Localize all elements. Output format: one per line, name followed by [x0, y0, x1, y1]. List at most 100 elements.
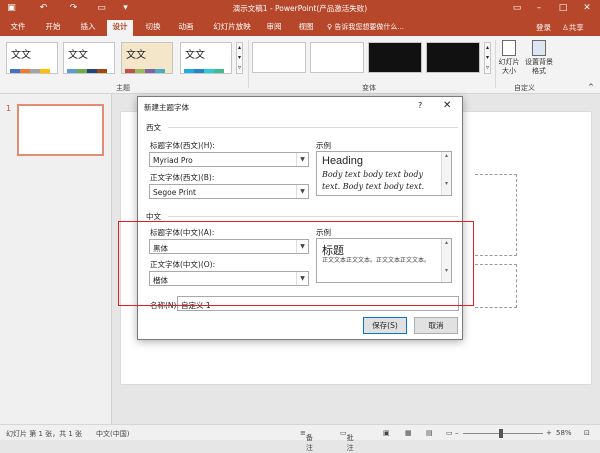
redo-icon[interactable]: ↷: [68, 3, 79, 14]
variant-3[interactable]: [368, 42, 422, 73]
title-placeholder[interactable]: [475, 174, 517, 256]
tell-me-search[interactable]: ♀ 告诉我您想要做什么...: [327, 22, 404, 32]
close-button[interactable]: ✕: [443, 100, 451, 111]
slide-sorter-icon[interactable]: ▦: [405, 429, 412, 437]
format-background-button[interactable]: 设置背景格式: [524, 40, 554, 76]
zoom-slider-thumb[interactable]: [499, 429, 503, 438]
dialog-title: 新建主题字体: [144, 103, 189, 112]
zoom-out-icon[interactable]: –: [455, 429, 459, 437]
theme-3[interactable]: 文文: [121, 42, 173, 74]
collapse-ribbon-icon[interactable]: ^: [588, 83, 594, 91]
theme-color-bars: [184, 66, 228, 73]
heading-font-western-select[interactable]: Myriad Pro ▼: [149, 152, 309, 167]
comments-button[interactable]: ▭ 批注: [340, 429, 354, 452]
slide-size-label: 幻灯片大小: [498, 58, 520, 75]
save-icon[interactable]: ▣: [6, 3, 17, 14]
tab-animations[interactable]: 动画: [174, 20, 198, 36]
themes-group-label: 主题: [116, 84, 130, 92]
theme-color-bars: [10, 66, 54, 73]
help-button[interactable]: ?: [418, 101, 422, 110]
format-background-label: 设置背景格式: [525, 58, 553, 75]
cancel-button[interactable]: 取消: [414, 317, 458, 334]
undo-icon[interactable]: ↶: [38, 3, 49, 14]
chevron-down-icon[interactable]: ▼: [296, 153, 308, 166]
customize-group-label: 自定义: [514, 84, 535, 92]
western-sample-preview: Heading Body text body text body text. B…: [316, 151, 452, 196]
theme-sample-text: 文文: [11, 50, 31, 61]
slide-info: 幻灯片 第 1 张，共 1 张: [6, 430, 83, 438]
theme-4[interactable]: 文文: [180, 42, 232, 74]
title-bar: ▣ ↶ ↷ ▭ ▾ 演示文稿1 - PowerPoint(产品激活失败) ▭ –…: [0, 0, 600, 17]
status-bar: 幻灯片 第 1 张，共 1 张 中文(中国) ≡ 备注 ▭ 批注 ▣ ▦ ▤ ▭…: [0, 424, 600, 452]
western-sample-heading: Heading: [322, 155, 363, 167]
western-section-title: 西文: [146, 123, 161, 132]
customize-icon[interactable]: ▾: [120, 3, 131, 14]
notes-button[interactable]: ≡ 备注: [300, 429, 313, 452]
share-button[interactable]: ♙共享: [562, 22, 584, 33]
theme-2[interactable]: 文文: [63, 42, 115, 74]
tab-slideshow[interactable]: 幻灯片放映: [208, 20, 256, 36]
tab-insert[interactable]: 插入: [76, 20, 100, 36]
section-divider: [168, 216, 458, 217]
normal-view-icon[interactable]: ▣: [383, 429, 390, 437]
body-font-western-label: 正文字体(西文)(B):: [150, 173, 215, 182]
section-divider: [168, 127, 458, 128]
variants-group-label: 变体: [362, 84, 376, 92]
slide-size-button[interactable]: 幻灯片大小: [497, 40, 521, 76]
zoom-level[interactable]: 58%: [556, 429, 572, 437]
body-font-western-select[interactable]: Segoe Print ▼: [149, 184, 309, 199]
tab-home[interactable]: 开始: [41, 20, 65, 36]
variant-2[interactable]: [310, 42, 364, 73]
tab-view[interactable]: 视图: [294, 20, 318, 36]
chevron-down-icon[interactable]: ▼: [296, 185, 308, 198]
slide-thumbnail[interactable]: [17, 104, 104, 156]
save-button[interactable]: 保存(S): [363, 317, 407, 334]
share-label: 共享: [568, 23, 584, 32]
login-link[interactable]: 登录: [536, 22, 551, 33]
close-icon[interactable]: ✕: [580, 2, 594, 14]
maximize-icon[interactable]: □: [556, 2, 570, 14]
theme-office[interactable]: 文文: [6, 42, 58, 74]
zoom-slider[interactable]: [463, 433, 543, 434]
western-sample-label: 示例: [316, 141, 331, 150]
variant-4[interactable]: [426, 42, 480, 73]
minimize-icon[interactable]: –: [532, 2, 546, 14]
theme-sample-text: 文文: [185, 50, 205, 61]
heading-font-western-value: Myriad Pro: [153, 156, 193, 165]
heading-font-western-label: 标题字体(西文)(H):: [150, 141, 215, 150]
group-separator: [495, 40, 496, 88]
slide-number: 1: [6, 104, 12, 113]
notes-label: 备注: [305, 434, 313, 452]
slide-size-icon: [502, 40, 516, 56]
reading-view-icon[interactable]: ▤: [426, 429, 433, 437]
present-icon[interactable]: ▭: [96, 3, 107, 14]
theme-sample-text: 文文: [68, 50, 88, 61]
western-sample-scrollbar[interactable]: ▴ ▾: [441, 152, 451, 195]
ribbon: 文文 文文 文文 文文 ▴ ▾ ▿ 主题 ▴ ▾ ▿ 变体 幻灯片大小 设置背景格式 自…: [0, 36, 600, 94]
zoom-in-icon[interactable]: +: [546, 429, 552, 437]
group-separator: [248, 40, 249, 88]
tab-review[interactable]: 审阅: [262, 20, 286, 36]
highlight-box: [118, 221, 474, 306]
body-font-western-value: Segoe Print: [153, 188, 196, 197]
ribbon-tabs: 文件 开始 插入 设计 切换 动画 幻灯片放映 审阅 视图 ♀ 告诉我您想要做什…: [0, 17, 600, 36]
tab-design[interactable]: 设计: [107, 20, 133, 36]
slideshow-view-icon[interactable]: ▭: [446, 429, 453, 437]
theme-sample-text: 文文: [126, 50, 146, 61]
variant-1[interactable]: [252, 42, 306, 73]
theme-gallery-scroll[interactable]: ▴ ▾ ▿: [236, 42, 243, 74]
person-icon: ♙: [562, 23, 569, 32]
theme-color-bars: [67, 66, 111, 73]
ribbon-display-icon[interactable]: ▭: [510, 2, 524, 14]
comments-label: 批注: [346, 434, 354, 452]
tab-transitions[interactable]: 切换: [141, 20, 165, 36]
variant-gallery-scroll[interactable]: ▴ ▾ ▿: [484, 42, 491, 74]
fit-slide-icon[interactable]: ⊡: [584, 429, 590, 437]
tab-file[interactable]: 文件: [6, 20, 30, 36]
window-title: 演示文稿1 - PowerPoint(产品激活失败): [232, 4, 368, 13]
language-status[interactable]: 中文(中国): [96, 429, 129, 439]
subtitle-placeholder[interactable]: [475, 264, 517, 308]
theme-color-bars: [125, 66, 169, 73]
western-sample-body: Body text body text body text. Body text…: [322, 170, 425, 191]
tell-me-text: 告诉我您想要做什么...: [334, 23, 405, 31]
